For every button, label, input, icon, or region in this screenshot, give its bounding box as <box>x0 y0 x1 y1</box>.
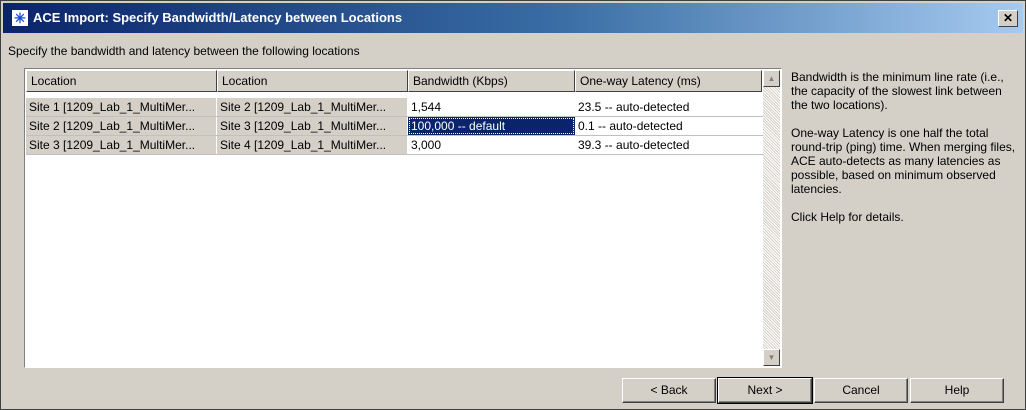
location-from-cell: Site 3 [1209_Lab_1_MultiMer... <box>26 136 217 154</box>
latency-cell[interactable]: 39.3 -- auto-detected <box>575 136 762 154</box>
next-button[interactable]: Next > <box>717 377 813 404</box>
bandwidth-help-text: Bandwidth is the minimum line rate (i.e.… <box>791 70 1004 112</box>
column-header-latency[interactable]: One-way Latency (ms) <box>575 70 762 92</box>
bandwidth-latency-table: Location Location Bandwidth (Kbps) One-w… <box>24 68 782 368</box>
asterisk-app-icon: ✳ <box>11 9 29 27</box>
location-to-cell: Site 4 [1209_Lab_1_MultiMer... <box>217 136 408 154</box>
instruction-label: Specify the bandwidth and latency betwee… <box>8 44 360 58</box>
latency-cell[interactable]: 0.1 -- auto-detected <box>575 117 762 135</box>
dialog-window: ✳ ACE Import: Specify Bandwidth/Latency … <box>0 0 1026 410</box>
help-button[interactable]: Help <box>910 378 1004 403</box>
bandwidth-cell-selected[interactable]: 100,000 -- default <box>408 117 575 135</box>
latency-cell[interactable]: 23.5 -- auto-detected <box>575 98 762 116</box>
latency-help-text: One-way Latency is one half the total ro… <box>791 126 1016 196</box>
location-to-cell: Site 3 [1209_Lab_1_MultiMer... <box>217 117 408 135</box>
bandwidth-cell[interactable]: 3,000 <box>408 136 575 154</box>
scroll-up-arrow-icon[interactable]: ▲ <box>763 70 780 87</box>
column-header-location-1[interactable]: Location <box>26 70 217 92</box>
back-button[interactable]: < Back <box>622 378 716 403</box>
title-bar[interactable]: ✳ ACE Import: Specify Bandwidth/Latency … <box>3 3 1023 33</box>
window-title: ACE Import: Specify Bandwidth/Latency be… <box>33 10 403 25</box>
close-button[interactable]: ✕ <box>998 10 1018 27</box>
column-header-bandwidth[interactable]: Bandwidth (Kbps) <box>408 70 575 92</box>
vertical-scrollbar[interactable]: ▲ ▼ <box>763 70 780 366</box>
help-panel: Bandwidth is the minimum line rate (i.e.… <box>791 70 1021 238</box>
location-from-cell: Site 2 [1209_Lab_1_MultiMer... <box>26 117 217 135</box>
location-to-cell: Site 2 [1209_Lab_1_MultiMer... <box>217 98 408 116</box>
row-divider <box>26 154 763 155</box>
bandwidth-cell[interactable]: 1,544 <box>408 98 575 116</box>
cancel-button[interactable]: Cancel <box>814 378 908 403</box>
details-help-text: Click Help for details. <box>791 210 904 224</box>
column-header-location-2[interactable]: Location <box>217 70 408 92</box>
location-from-cell: Site 1 [1209_Lab_1_MultiMer... <box>26 98 217 116</box>
scroll-down-arrow-icon[interactable]: ▼ <box>763 349 780 366</box>
